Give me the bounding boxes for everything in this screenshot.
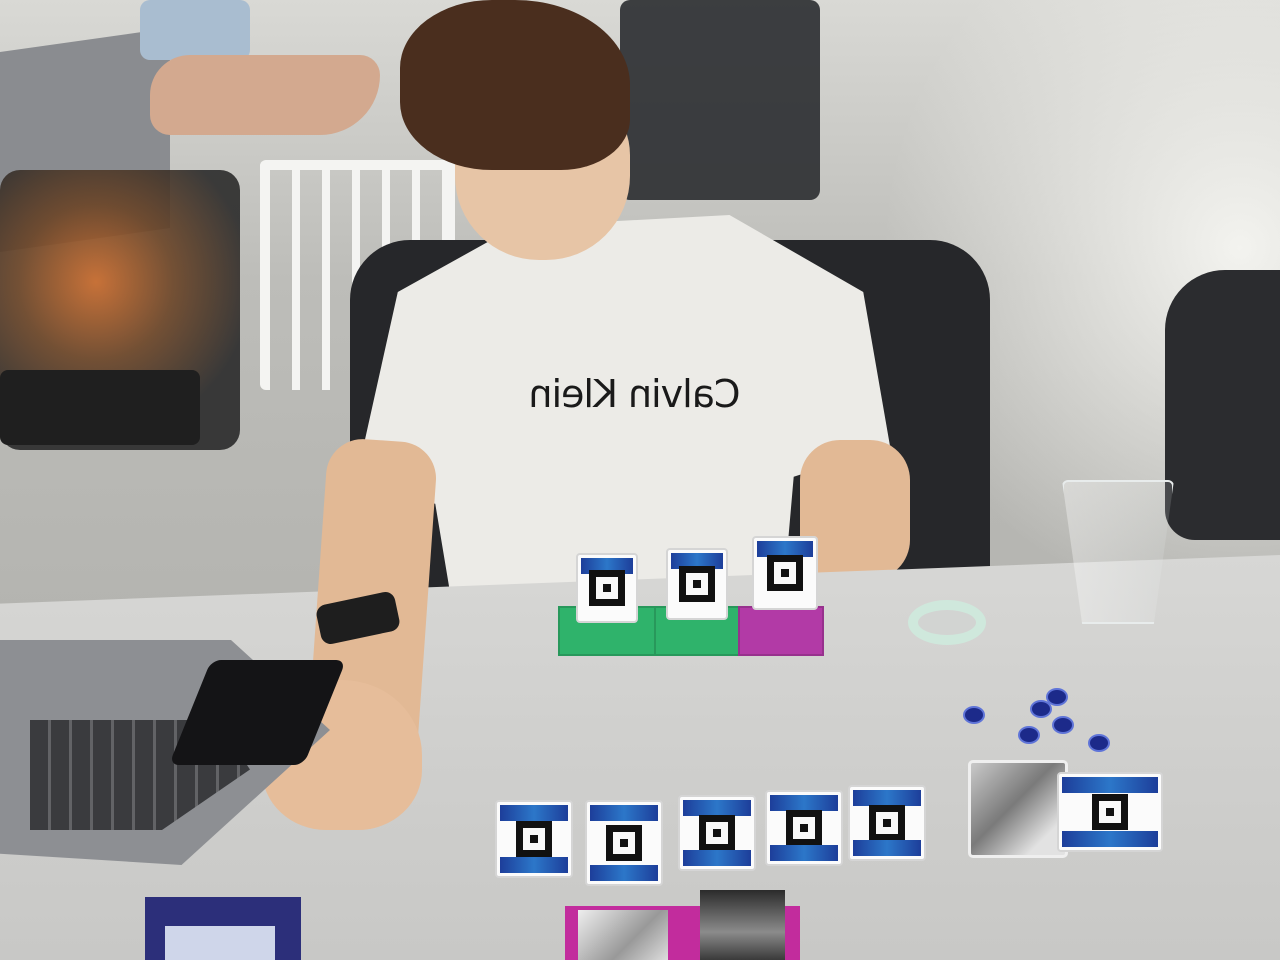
game-token [1088,734,1110,752]
card-deck [968,760,1068,858]
shirt-brand-text: Calvin Klein [529,372,741,416]
background-person-legs [150,55,380,135]
marker-card [585,800,663,886]
marker-card [1057,772,1163,852]
right-office-chair [1165,270,1280,540]
marker-card [495,800,573,878]
photo-card [700,890,785,960]
background-office-chair [620,0,820,200]
photo-card [578,910,668,960]
game-token [1018,726,1040,744]
game-token [963,706,985,724]
person-hair [400,0,630,170]
tray-cards [165,926,275,960]
marker-card [752,536,818,610]
robot-base [0,370,200,445]
background-person-shorts [140,0,250,60]
card-holder-magenta [738,606,824,656]
marker-card [576,553,638,623]
game-token [1030,700,1052,718]
marker-card [666,548,728,620]
marker-card [848,785,926,861]
photo-scene: Calvin Klein [0,0,1280,960]
tape-dispenser [908,600,986,645]
game-token [1052,716,1074,734]
marker-card [678,795,756,871]
marker-card [765,790,843,866]
